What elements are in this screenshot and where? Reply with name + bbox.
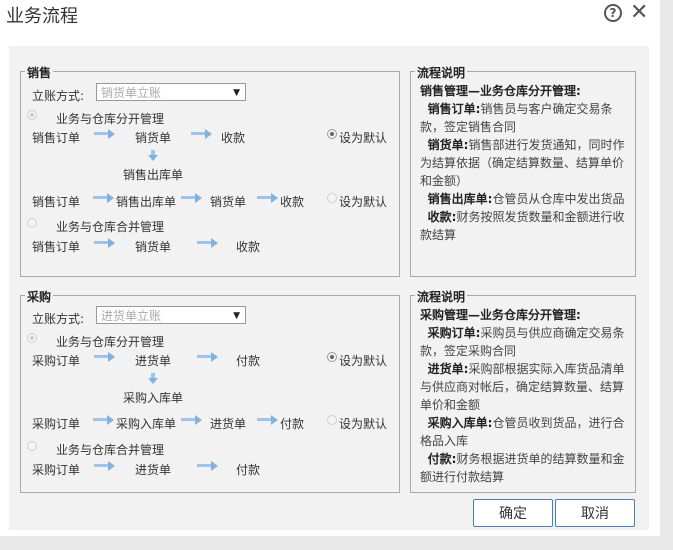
ok-button[interactable]: 确定 xyxy=(473,499,553,527)
chevron-down-icon: ▼ xyxy=(233,311,240,321)
flow-step: 销货单 xyxy=(210,195,247,209)
flow-arrow-icon xyxy=(94,461,116,471)
flow-step: 销售订单 xyxy=(32,240,81,254)
cancel-button[interactable]: 取消 xyxy=(555,499,635,527)
sales-info-item: 销售出库单:仓管员从仓库中发出货品 xyxy=(427,192,625,206)
flow-step: 进货单 xyxy=(210,417,247,431)
flow-step: 销售订单 xyxy=(32,131,81,145)
purchase-default-radio-2[interactable] xyxy=(327,415,337,425)
flow-arrow-icon xyxy=(257,415,279,425)
flow-arrow-icon xyxy=(197,461,219,471)
sales-info-text: 销售管理—业务仓库分开管理: 销售订单:销售员与客户确定交易条款，签定销售合同 … xyxy=(420,82,625,244)
dialog-body: 销售 立账方式: 销货单立账 ▼ 业务与仓库分开管理 销售订单 销货单 收款 设… xyxy=(9,46,649,530)
flow-step: 销售订单 xyxy=(32,195,81,209)
flow-arrow-icon xyxy=(93,415,115,425)
purchase-mode-value: 进货单立账 xyxy=(101,309,162,323)
purchase-merged-radio[interactable] xyxy=(27,441,37,451)
sales-mode-select[interactable]: 销货单立账 ▼ xyxy=(96,83,246,101)
dialog-title: 业务流程 xyxy=(6,6,78,27)
flow-arrow-icon xyxy=(94,352,116,362)
flow-arrow-icon xyxy=(93,193,115,203)
purchase-separate-radio[interactable] xyxy=(27,333,37,343)
sales-merged-label: 业务与仓库合并管理 xyxy=(56,220,165,234)
sales-info-item: 销货单:销售部进行发货通知，同时作为结算依据（确定结算数量、结算单价和金额） xyxy=(420,138,625,188)
sales-default-label-2: 设为默认 xyxy=(339,195,388,209)
chevron-down-icon: ▼ xyxy=(233,88,240,98)
purchase-info-item: 采购入库单:仓管员收到货品，进行合格品入库 xyxy=(420,416,625,448)
flow-step: 收款 xyxy=(280,195,305,209)
flow-arrow-icon xyxy=(181,415,203,425)
purchase-info-text: 采购管理—业务仓库分开管理: 采购订单:采购员与供应商确定交易条款，签定采购合同… xyxy=(420,306,625,486)
sales-default-radio-2[interactable] xyxy=(327,193,337,203)
purchase-info-legend: 流程说明 xyxy=(415,288,468,305)
help-icon[interactable]: ? xyxy=(604,4,622,22)
purchase-info-item: 付款:财务根据进货单的结算数量和金额进行付款结算 xyxy=(420,452,625,484)
flow-step: 采购订单 xyxy=(32,463,81,477)
sales-group: 销售 立账方式: 销货单立账 ▼ 业务与仓库分开管理 销售订单 销货单 收款 设… xyxy=(20,64,400,277)
flow-step: 采购订单 xyxy=(32,354,81,368)
flow-arrow-icon xyxy=(94,129,116,139)
sales-separate-label: 业务与仓库分开管理 xyxy=(56,112,165,126)
sales-default-label-1: 设为默认 xyxy=(339,131,388,145)
sales-info-group: 流程说明 销售管理—业务仓库分开管理: 销售订单:销售员与客户确定交易条款，签定… xyxy=(410,64,636,277)
flow-step: 销售出库单 xyxy=(123,168,184,182)
flow-step: 采购入库单 xyxy=(116,417,177,431)
flow-step: 采购订单 xyxy=(32,417,81,431)
purchase-group: 采购 立账方式: 进货单立账 ▼ 业务与仓库分开管理 采购订单 进货单 付款 设… xyxy=(20,288,400,493)
flow-step: 收款 xyxy=(221,131,246,145)
flow-down-arrow-icon xyxy=(148,373,158,385)
flow-arrow-icon xyxy=(197,238,219,248)
sales-legend: 销售 xyxy=(25,64,54,81)
purchase-mode-select[interactable]: 进货单立账 ▼ xyxy=(96,306,246,324)
flow-arrow-icon xyxy=(181,193,203,203)
flow-down-arrow-icon xyxy=(148,150,158,162)
purchase-info-group: 流程说明 采购管理—业务仓库分开管理: 采购订单:采购员与供应商确定交易条款，签… xyxy=(410,288,636,493)
sales-separate-radio[interactable] xyxy=(27,110,37,120)
flow-step: 采购入库单 xyxy=(123,391,184,405)
purchase-mode-label: 立账方式: xyxy=(32,312,85,326)
purchase-default-radio-1[interactable] xyxy=(327,352,337,362)
flow-step: 进货单 xyxy=(135,463,172,477)
purchase-info-item: 进货单:采购部根据实际入库货品清单与供应商对帐后，确定结算数量、结算单价和金额 xyxy=(420,362,625,412)
flow-arrow-icon xyxy=(257,193,279,203)
sales-info-item: 收款:财务按照发货数量和金额进行收款结算 xyxy=(420,210,625,242)
purchase-merged-label: 业务与仓库合并管理 xyxy=(56,443,165,457)
sales-default-radio-1[interactable] xyxy=(327,129,337,139)
sales-info-heading: 销售管理—业务仓库分开管理: xyxy=(420,84,581,98)
flow-arrow-icon xyxy=(191,129,213,139)
flow-step: 付款 xyxy=(236,463,261,477)
purchase-legend: 采购 xyxy=(25,288,54,305)
purchase-default-label-2: 设为默认 xyxy=(339,417,388,431)
dialog-shadow-bottom xyxy=(0,536,673,550)
flow-step: 付款 xyxy=(280,417,305,431)
sales-mode-value: 销货单立账 xyxy=(101,86,162,100)
flow-arrow-icon xyxy=(94,238,116,248)
sales-info-item: 销售订单:销售员与客户确定交易条款，签定销售合同 xyxy=(420,102,613,134)
flow-step: 销售出库单 xyxy=(116,195,177,209)
flow-step: 收款 xyxy=(236,240,261,254)
flow-step: 销货单 xyxy=(135,240,172,254)
sales-info-legend: 流程说明 xyxy=(415,64,468,81)
flow-arrow-icon xyxy=(197,352,219,362)
close-icon[interactable]: ✕ xyxy=(630,0,648,26)
flow-step: 销货单 xyxy=(135,131,172,145)
purchase-default-label-1: 设为默认 xyxy=(339,354,388,368)
sales-mode-label: 立账方式: xyxy=(32,89,85,103)
flow-step: 付款 xyxy=(236,354,261,368)
purchase-info-heading: 采购管理—业务仓库分开管理: xyxy=(420,308,581,322)
flow-step: 进货单 xyxy=(135,354,172,368)
sales-merged-radio[interactable] xyxy=(27,218,37,228)
purchase-info-item: 采购订单:采购员与供应商确定交易条款，签定采购合同 xyxy=(420,326,625,358)
purchase-separate-label: 业务与仓库分开管理 xyxy=(56,335,165,349)
dialog-shadow-right xyxy=(660,0,673,550)
